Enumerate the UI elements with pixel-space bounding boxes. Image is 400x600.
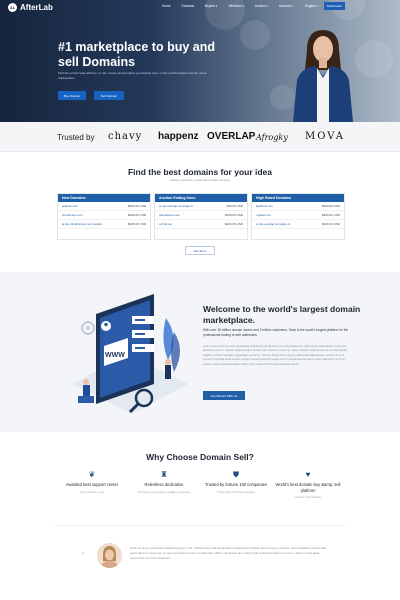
high-rated-card: High Rated Domains lighthub.com $200.00 U… xyxy=(251,193,345,240)
heart-icon: ♥ xyxy=(305,470,311,479)
welcome-body: Lorem ipsum dolor sit amet consectetur a… xyxy=(203,345,347,366)
www-label: WWW xyxy=(105,352,125,359)
logo[interactable]: AL AfterLab xyxy=(8,2,53,12)
buy-domain-button[interactable]: Buy Domain xyxy=(58,91,86,100)
domain-name-link[interactable]: cobrid.net xyxy=(159,222,172,226)
trophy-icon: ♜ xyxy=(160,470,168,479)
see-more-button[interactable]: See More xyxy=(185,246,215,255)
trusted-by-bar: Trusted by chavy happenz OVERLAP Afrogky… xyxy=(0,122,400,152)
language-select[interactable]: English ▾ xyxy=(305,4,318,8)
domain-row[interactable]: cobrid.net $200.00 USD xyxy=(155,220,247,229)
domain-row[interactable]: hiresdirect.com $200.00 USD xyxy=(58,211,150,220)
feature-title: World's best domain buy &amp; sell platf… xyxy=(275,482,341,493)
auction-ending-card: Auction Ending Soon sc-bp-overlap.com/si… xyxy=(154,193,248,240)
domain-row[interactable]: quikcar.com $200.00 USD xyxy=(58,202,150,211)
feature-dedication: ♜ Relentless dedication Focused on provi… xyxy=(127,470,201,494)
welcome-title: Welcome to the world's largest domain ma… xyxy=(203,304,361,325)
domain-name-link[interactable]: myaber.me xyxy=(256,213,271,217)
hero-bokeh xyxy=(355,40,393,78)
domain-row[interactable]: sc-bp-overlap.com/sign-in $200.00 USD xyxy=(252,220,344,229)
trusted-by-label: Trusted by xyxy=(57,133,95,142)
find-domains-subtitle: Search premium, newest and sorted domain… xyxy=(169,178,231,182)
hero-person-image xyxy=(293,30,353,122)
hero-section: AL AfterLab Home Domains Buyers ▾ Whitel… xyxy=(0,0,400,122)
domain-row[interactable]: lighthub.com $200.00 USD xyxy=(252,202,344,211)
domain-row[interactable]: myaber.me $200.00 USD xyxy=(252,211,344,220)
domain-name-link[interactable]: thevalence.com xyxy=(159,213,180,217)
feature-subtitle: Five years in a row xyxy=(80,489,104,494)
domain-price: $90.00 USD xyxy=(226,204,243,208)
domain-price: $200.00 USD xyxy=(127,204,146,208)
domain-name-link[interactable]: sc-bp-overlap.com/sign-in xyxy=(256,222,290,226)
main-menu: Home Domains Buyers ▾ Whitelaw ▾ Auction… xyxy=(162,4,293,8)
domain-name-link[interactable]: lighthub.com xyxy=(256,204,273,208)
testimonial-avatar xyxy=(97,543,122,568)
hero-title: #1 marketplace to buy and sell Domains xyxy=(58,40,216,69)
sell-domain-button[interactable]: Sell Domain xyxy=(94,91,124,100)
domain-name-link[interactable]: quikcar.com xyxy=(62,204,78,208)
feature-subtitle: Choice of thousands xyxy=(295,495,321,499)
logo-icon: AL xyxy=(8,2,17,12)
feature-trusted: ⛊ Trusted by fortune 100 companies Those… xyxy=(199,470,273,494)
domain-price: $200.00 USD xyxy=(321,222,340,226)
hero-subtitle: Find the perfect web address, or turn mo… xyxy=(58,71,207,80)
domain-price: $200.00 USD xyxy=(321,204,340,208)
feature-subtitle: Focused on providing a quality experienc… xyxy=(137,489,191,494)
nav-item-whitelaw[interactable]: Whitelaw ▾ xyxy=(229,4,244,8)
why-choose-title: Why Choose Domain Sell? xyxy=(146,452,254,462)
medal-icon: ❦ xyxy=(88,470,96,479)
brand-logo-happenz: happenz xyxy=(158,131,199,142)
feature-title: Awarded best support center xyxy=(65,482,119,487)
top-navbar: AL AfterLab Home Domains Buyers ▾ Whitel… xyxy=(0,0,400,14)
brand-logo-overlap: OVERLAP xyxy=(207,131,256,142)
logo-text: AfterLab xyxy=(20,2,53,12)
avatar-image xyxy=(97,543,122,568)
nav-item-domains[interactable]: Domains xyxy=(182,4,195,8)
card-title: New Domains xyxy=(58,194,150,202)
welcome-lead: With over 16 million domain names and 2 … xyxy=(203,328,349,337)
next-arrow-icon[interactable]: › xyxy=(313,551,315,557)
domain-price: $200.00 USD xyxy=(224,222,243,226)
nav-item-auction[interactable]: Auction ▾ xyxy=(255,4,268,8)
prev-arrow-icon[interactable]: ‹ xyxy=(82,551,84,557)
card-title: High Rated Domains xyxy=(252,194,344,202)
domain-row[interactable]: ar-dp-mindfulcare.com/market $200.00 USD xyxy=(58,220,150,229)
nav-item-buyers[interactable]: Buyers ▾ xyxy=(205,4,217,8)
domain-row[interactable]: thevalence.com $150.00 USD xyxy=(155,211,247,220)
testimonial-text: Dolor sit amet consectetur adipiscing el… xyxy=(130,546,327,560)
card-title: Auction Ending Soon xyxy=(155,194,247,202)
dashboard-button[interactable]: Dashboard xyxy=(324,2,345,10)
feature-support: ❦ Awarded best support center Five years… xyxy=(55,470,129,494)
domain-price: $200.00 USD xyxy=(127,222,146,226)
section-divider xyxy=(55,525,345,526)
nav-item-home[interactable]: Home xyxy=(162,4,171,8)
new-domains-card: New Domains quikcar.com $200.00 USD hires… xyxy=(57,193,151,240)
www-illustration: WWW xyxy=(72,294,188,414)
get-started-button[interactable]: Get Started With Us xyxy=(203,391,245,400)
feature-subtitle: Those who trust their business xyxy=(217,489,255,494)
feature-title: Relentless dedication xyxy=(144,482,184,487)
domain-name-link[interactable]: hiresdirect.com xyxy=(62,213,82,217)
feature-title: Trusted by fortune 100 companies xyxy=(205,482,267,487)
domain-price: $200.00 USD xyxy=(321,213,340,217)
domain-price: $200.00 USD xyxy=(127,213,146,217)
domain-row[interactable]: sc-bp-overlap.com/sign-in $90.00 USD xyxy=(155,202,247,211)
feature-platform: ♥ World's best domain buy &amp; sell pla… xyxy=(271,470,345,499)
domain-name-link[interactable]: ar-dp-mindfulcare.com/market xyxy=(62,222,102,226)
brand-logo-chavy: chavy xyxy=(108,131,143,142)
brand-logo-afrogky: Afrogky xyxy=(256,133,288,142)
nav-item-account[interactable]: Account ▾ xyxy=(279,4,293,8)
domain-name-link[interactable]: sc-bp-overlap.com/sign-in xyxy=(159,204,193,208)
domain-price: $150.00 USD xyxy=(224,213,243,217)
welcome-section: WWW Welcome to the world's largest domai… xyxy=(0,272,400,432)
shield-icon: ⛊ xyxy=(233,470,239,479)
hero-bokeh xyxy=(240,20,270,50)
find-domains-title: Find the best domains for your idea xyxy=(127,167,273,177)
brand-logo-mova: MOVA xyxy=(305,131,346,142)
